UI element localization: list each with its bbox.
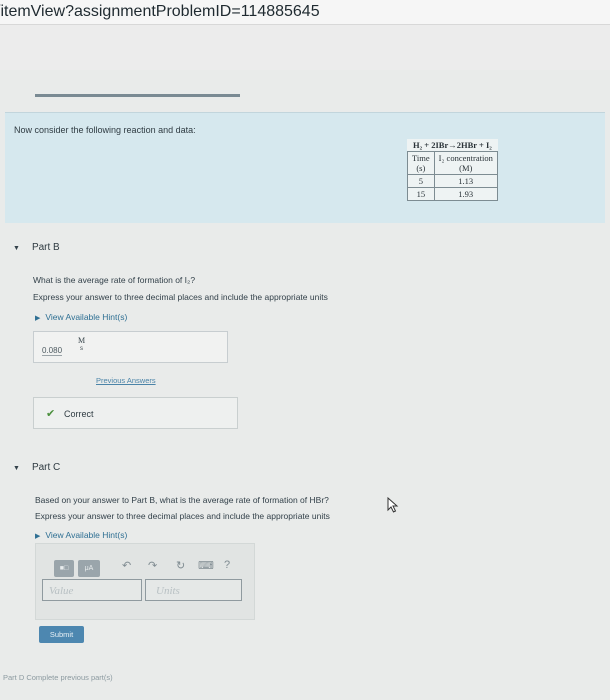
feedback-box: ✔ Correct — [33, 397, 238, 429]
part-c-header[interactable]: ▼ Part C — [13, 462, 60, 473]
progress-fill — [35, 94, 240, 97]
intro-panel: Now consider the following reaction and … — [5, 112, 605, 223]
table-cell-time: 15 — [407, 187, 435, 201]
keyboard-icon[interactable]: ⌨ — [198, 559, 214, 572]
hint-link-label: View Available Hint(s) — [45, 530, 128, 540]
progress-bar — [35, 94, 240, 97]
address-bar[interactable]: /itemView?assignmentProblemID=114885645 — [0, 0, 610, 25]
conc-header: I₂ concentration — [438, 153, 493, 163]
reaction-data-table: H₂ + 2IBr→2HBr + I₂ Time (s) I₂ concentra… — [407, 139, 498, 201]
part-b-title: Part B — [31, 242, 60, 253]
table-row: 5 1.13 — [407, 174, 498, 188]
part-d-link[interactable]: Part D Complete previous part(s) — [3, 673, 113, 682]
units-input[interactable]: Units — [145, 579, 242, 601]
undo-icon[interactable]: ↶ — [122, 559, 131, 572]
part-c-question: Based on your answer to Part B, what is … — [35, 495, 329, 505]
answer-unit: M — [78, 336, 86, 345]
help-icon[interactable]: ? — [224, 559, 230, 571]
part-b-answer-box: 0.080 M s — [33, 331, 228, 363]
mouse-cursor-icon — [387, 497, 399, 513]
collapse-triangle-icon[interactable]: ▼ — [13, 465, 20, 472]
part-b-hint-link[interactable]: ▶ View Available Hint(s) — [35, 312, 127, 322]
col-header-time: Time (s) — [407, 151, 435, 175]
col-header-conc: I₂ concentration (M) — [433, 151, 498, 175]
reaction-equation: H₂ + 2IBr→2HBr + I₂ — [407, 139, 498, 152]
part-b-question: What is the average rate of formation of… — [33, 275, 196, 285]
answer-value: 0.080 — [42, 346, 63, 356]
part-c-hint-link[interactable]: ▶ View Available Hint(s) — [35, 530, 127, 540]
part-b-header[interactable]: ▼ Part B — [13, 242, 60, 253]
url-text: /itemView?assignmentProblemID=114885645 — [0, 3, 320, 20]
header-strip — [0, 25, 610, 70]
table-cell-time: 5 — [407, 174, 435, 188]
templates-button[interactable]: ■□ — [54, 560, 74, 577]
time-header: Time — [412, 153, 430, 163]
conc-unit: (M) — [459, 163, 473, 173]
chevron-right-icon: ▶ — [35, 315, 41, 322]
chevron-right-icon: ▶ — [35, 533, 41, 540]
part-c-title: Part C — [31, 462, 61, 473]
reset-icon[interactable]: ↻ — [176, 559, 185, 572]
answer-unit-denominator: s — [80, 346, 83, 352]
part-c-instruction: Express your answer to three decimal pla… — [35, 511, 330, 521]
redo-icon[interactable]: ↷ — [148, 559, 157, 572]
previous-answers-link[interactable]: Previous Answers — [96, 376, 156, 385]
intro-text: Now consider the following reaction and … — [14, 125, 196, 135]
table-cell-conc: 1.93 — [433, 187, 498, 201]
time-unit: (s) — [416, 163, 426, 173]
units-button[interactable]: μA — [78, 560, 100, 577]
value-input[interactable]: Value — [42, 579, 142, 601]
part-b-instruction: Express your answer to three decimal pla… — [33, 292, 328, 302]
submit-button[interactable]: Submit — [39, 626, 84, 643]
table-cell-conc: 1.13 — [433, 174, 498, 188]
feedback-text: Correct — [64, 409, 94, 419]
collapse-triangle-icon[interactable]: ▼ — [13, 245, 20, 252]
hint-link-label: View Available Hint(s) — [45, 312, 128, 322]
table-row: 15 1.93 — [407, 187, 498, 201]
checkmark-icon: ✔ — [46, 408, 56, 420]
